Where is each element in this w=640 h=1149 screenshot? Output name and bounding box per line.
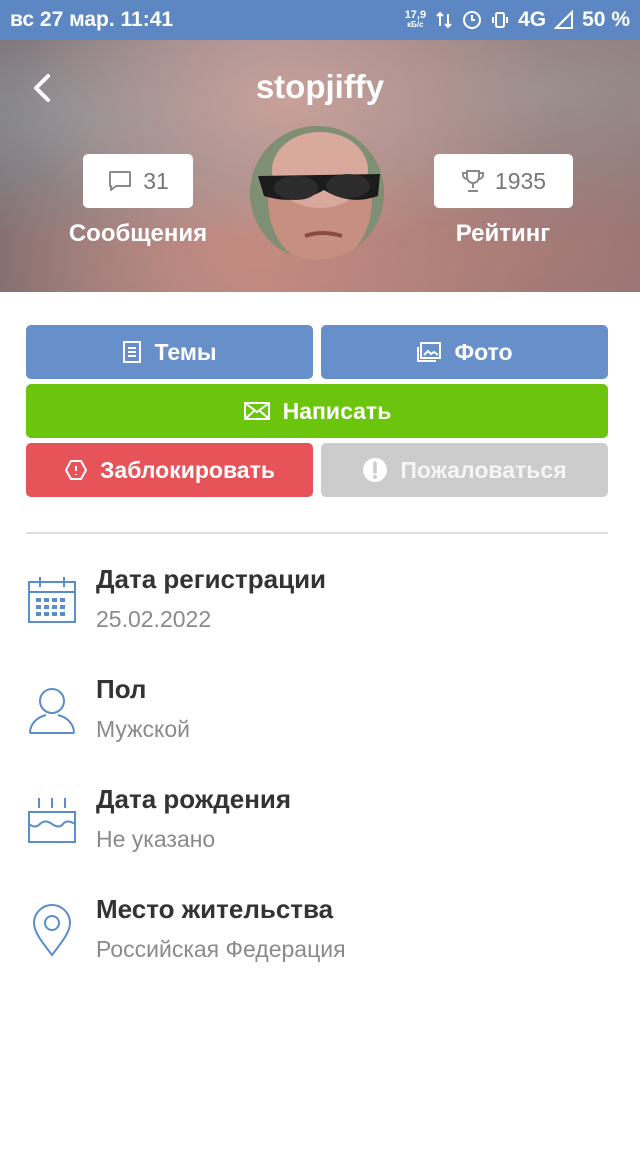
messages-count: 31 xyxy=(143,167,169,194)
status-icons: 17,9 кБ/с 4G 50 % xyxy=(405,8,630,32)
divider xyxy=(26,532,608,534)
info-title: Пол xyxy=(96,674,147,704)
page-title: stopjiffy xyxy=(255,68,385,105)
info-residence: Место жительства Российская Федерация xyxy=(0,894,640,994)
info-gender: Пол Мужской xyxy=(0,674,640,774)
network-speed-value: 17,9 xyxy=(404,9,427,21)
status-bar: вс 27 мар. 11:41 17,9 кБ/с 4G 50 % xyxy=(0,0,640,40)
rating-value: 1935 xyxy=(494,167,547,194)
avatar-photo xyxy=(250,126,384,260)
battery-level: 50 % xyxy=(582,8,630,31)
envelope-icon xyxy=(243,402,270,420)
network-type: 4G xyxy=(518,8,547,31)
data-saver-icon xyxy=(463,11,482,29)
chat-bubble-icon xyxy=(109,171,132,191)
calendar-icon xyxy=(24,572,80,628)
info-value: 25.02.2022 xyxy=(96,606,212,632)
info-value: Не указано xyxy=(96,826,216,852)
profile-header: stopjiffy 31 Сообщения 1935 Рейтинг xyxy=(0,40,640,292)
rating-button[interactable]: 1935 xyxy=(434,154,573,208)
block-label: Заблокировать xyxy=(100,456,275,483)
status-datetime: вс 27 мар. 11:41 xyxy=(10,8,174,31)
document-icon xyxy=(123,341,142,363)
info-registration-date: Дата регистрации 25.02.2022 xyxy=(0,564,640,664)
location-pin-icon xyxy=(24,902,80,958)
block-button[interactable]: Заблокировать xyxy=(26,443,313,497)
vibrate-icon xyxy=(492,12,509,28)
network-speed-unit: кБ/с xyxy=(407,20,424,29)
write-label: Написать xyxy=(282,397,392,424)
report-label: Пожаловаться xyxy=(400,456,567,483)
info-title: Дата регистрации xyxy=(96,564,327,594)
photo-label: Фото xyxy=(454,338,513,365)
write-message-button[interactable]: Написать xyxy=(26,384,608,438)
signal-icon xyxy=(554,10,574,29)
topics-label: Темы xyxy=(154,338,217,365)
trophy-icon xyxy=(461,170,484,192)
data-transfer-icon xyxy=(436,11,452,29)
cake-icon xyxy=(24,792,80,848)
photo-button[interactable]: Фото xyxy=(321,325,608,379)
messages-count-button[interactable]: 31 xyxy=(83,154,193,208)
topics-button[interactable]: Темы xyxy=(26,325,313,379)
messages-label: Сообщения xyxy=(68,220,208,247)
image-icon xyxy=(417,342,442,362)
info-value: Мужской xyxy=(96,716,191,742)
info-title: Дата рождения xyxy=(96,784,292,814)
avatar[interactable] xyxy=(250,126,384,260)
report-button[interactable]: Пожаловаться xyxy=(321,443,608,497)
info-title: Место жительства xyxy=(96,894,334,924)
network-speed: 17,9 кБ/с xyxy=(405,10,426,30)
person-icon xyxy=(24,682,80,738)
info-birth-date: Дата рождения Не указано xyxy=(0,784,640,884)
block-icon xyxy=(64,460,88,480)
rating-label: Рейтинг xyxy=(455,220,551,247)
info-value: Российская Федерация xyxy=(96,936,346,962)
exclamation-icon xyxy=(363,458,388,482)
